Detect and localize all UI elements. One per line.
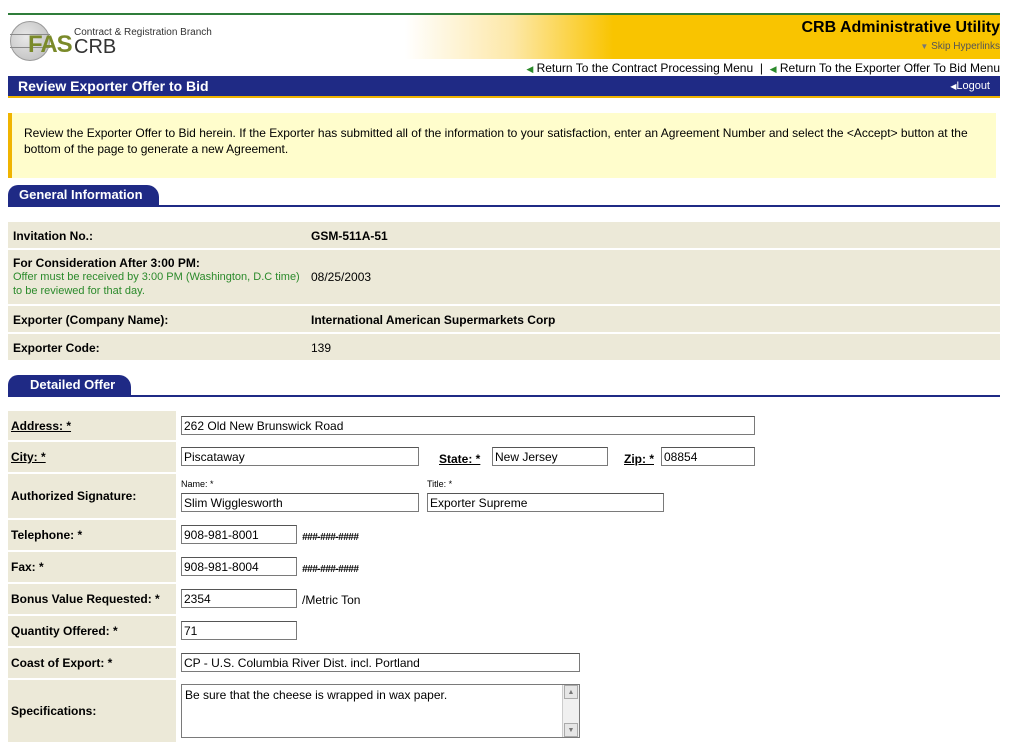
specifications-textarea[interactable]: Be sure that the cheese is wrapped in wa… (181, 684, 580, 738)
quantity-input[interactable]: 71 (181, 621, 297, 640)
exporter-code-value: 139 (311, 341, 332, 355)
app-title: CRB Administrative Utility (801, 19, 1000, 36)
specifications-label: Specifications: (11, 704, 97, 718)
name-input[interactable]: Slim Wigglesworth (181, 493, 419, 512)
telephone-label-cell: Telephone: * (8, 520, 176, 550)
consideration-label: For Consideration After 3:00 PM: (13, 256, 200, 270)
exporter-value: International American Supermarkets Corp (311, 313, 556, 327)
consideration-value: 08/25/2003 (311, 270, 372, 284)
consideration-row: For Consideration After 3:00 PM: Offer m… (8, 250, 1000, 306)
name-label: Name: * (181, 479, 214, 489)
signature-row: Authorized Signature: Name: * Slim Wiggl… (8, 474, 1000, 520)
triangle-down-icon: ▼ (920, 42, 929, 51)
detailed-offer-form: Address: * 262 Old New Brunswick Road Ci… (8, 411, 1000, 744)
nav-separator: | (759, 61, 763, 75)
state-input[interactable]: New Jersey (492, 447, 608, 466)
bonus-input[interactable]: 2354 (181, 589, 297, 608)
signature-label-cell: Authorized Signature: (8, 474, 176, 518)
bonus-label: Bonus Value Requested: * (11, 592, 160, 606)
bonus-label-cell: Bonus Value Requested: * (8, 584, 176, 614)
logo-fas-text: FAS (28, 31, 73, 58)
section-divider (8, 395, 1000, 397)
skip-hyperlinks-label: Skip Hyperlinks (931, 41, 1000, 52)
fax-input[interactable]: 908-981-8004 (181, 557, 297, 576)
general-info-table: Invitation No.: GSM-511A-51 For Consider… (8, 222, 1000, 362)
consideration-note: Offer must be received by 3:00 PM (Washi… (13, 271, 300, 297)
invitation-row: Invitation No.: GSM-511A-51 (8, 222, 1000, 250)
skip-hyperlinks-link[interactable]: ▼ Skip Hyperlinks (920, 41, 1000, 52)
general-info-heading: General Information (8, 185, 159, 205)
coast-label: Coast of Export: * (11, 656, 113, 670)
fax-label: Fax: * (11, 560, 44, 574)
city-row: City: * Piscataway State: * New Jersey Z… (8, 442, 1000, 474)
quantity-label-cell: Quantity Offered: * (8, 616, 176, 646)
telephone-input[interactable]: 908-981-8001 (181, 525, 297, 544)
state-label: State: * (439, 452, 481, 466)
coast-label-cell: Coast of Export: * (8, 648, 176, 678)
fax-label-cell: Fax: * (8, 552, 176, 582)
city-label-cell: City: * (8, 442, 176, 472)
exporter-code-label: Exporter Code: (13, 341, 100, 355)
page-title: Review Exporter Offer to Bid (18, 78, 209, 94)
section-divider (8, 205, 1000, 207)
title-input[interactable]: Exporter Supreme (427, 493, 664, 512)
city-label: City: * (11, 450, 46, 464)
telephone-format-hint: ###-###-#### (302, 532, 359, 543)
fas-crb-logo: FAS Contract & Registration Branch CRB (8, 17, 248, 63)
zip-label: Zip: * (624, 452, 654, 466)
coast-row: Coast of Export: * CP - U.S. Columbia Ri… (8, 648, 1000, 680)
specifications-text: Be sure that the cheese is wrapped in wa… (185, 688, 448, 702)
scrollbar[interactable]: ▲ ▼ (562, 685, 579, 737)
signature-label: Authorized Signature: (11, 489, 137, 503)
telephone-row: Telephone: * 908-981-8001 ###-###-#### (8, 520, 1000, 552)
exporter-label: Exporter (Company Name): (13, 313, 169, 327)
consideration-label-block: For Consideration After 3:00 PM: Offer m… (13, 256, 303, 298)
city-input[interactable]: Piscataway (181, 447, 419, 466)
bonus-row: Bonus Value Requested: * 2354 /Metric To… (8, 584, 1000, 616)
logo-crb-text: CRB (74, 36, 117, 58)
general-info-header: General Information (8, 185, 1000, 207)
specifications-row: Specifications: Be sure that the cheese … (8, 680, 1000, 744)
return-offer-menu-link[interactable]: Return To the Exporter Offer To Bid Menu (780, 61, 1000, 75)
coast-select[interactable]: CP - U.S. Columbia River Dist. incl. Por… (181, 653, 580, 672)
address-input[interactable]: 262 Old New Brunswick Road (181, 416, 755, 435)
scroll-down-icon[interactable]: ▼ (564, 723, 578, 737)
page-title-bar: Review Exporter Offer to Bid ◀Logout (8, 76, 1000, 98)
arrow-left-icon: ◀ (769, 64, 777, 74)
telephone-label: Telephone: * (11, 528, 83, 542)
return-contract-menu-link[interactable]: Return To the Contract Processing Menu (537, 61, 754, 75)
title-label: Title: * (427, 479, 453, 489)
logout-label: Logout (956, 80, 990, 92)
fax-format-hint: ###-###-#### (302, 564, 359, 575)
top-nav-links: ◀ Return To the Contract Processing Menu… (526, 61, 1000, 75)
quantity-label: Quantity Offered: * (11, 624, 118, 638)
exporter-code-row: Exporter Code: 139 (8, 334, 1000, 362)
arrow-left-icon: ◀ (526, 64, 534, 74)
bonus-unit: /Metric Ton (302, 593, 361, 607)
exporter-row: Exporter (Company Name): International A… (8, 306, 1000, 334)
fax-row: Fax: * 908-981-8004 ###-###-#### (8, 552, 1000, 584)
logout-link[interactable]: ◀Logout (950, 80, 990, 92)
scroll-up-icon[interactable]: ▲ (564, 685, 578, 699)
zip-input[interactable]: 08854 (661, 447, 755, 466)
detailed-offer-header: Detailed Offer (8, 375, 1000, 397)
address-row: Address: * 262 Old New Brunswick Road (8, 411, 1000, 442)
invitation-value: GSM-511A-51 (311, 229, 388, 243)
quantity-row: Quantity Offered: * 71 (8, 616, 1000, 648)
instructions-notice: Review the Exporter Offer to Bid herein.… (8, 113, 996, 178)
address-label-cell: Address: * (8, 411, 176, 440)
address-label: Address: * (11, 418, 72, 433)
specifications-label-cell: Specifications: (8, 680, 176, 742)
invitation-label: Invitation No.: (13, 229, 93, 243)
detailed-offer-heading: Detailed Offer (8, 375, 132, 395)
